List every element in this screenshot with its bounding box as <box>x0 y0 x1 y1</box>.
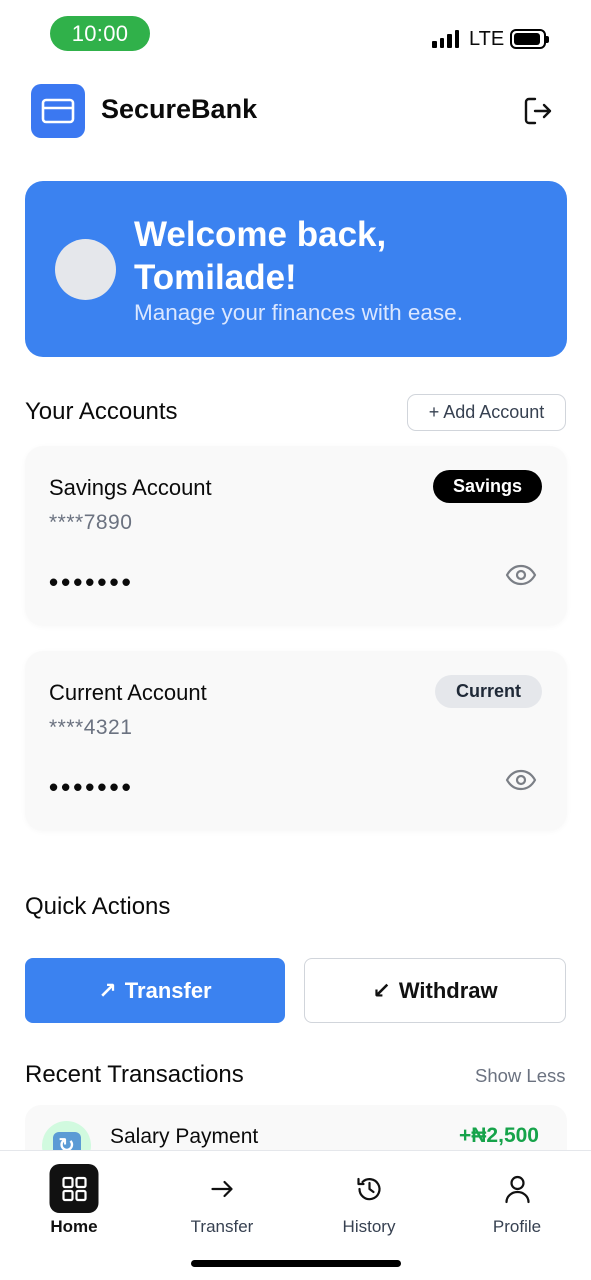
account-name: Savings Account <box>49 475 212 500</box>
account-name: Current Account <box>49 680 207 705</box>
welcome-subtitle: Manage your finances with ease. <box>134 300 463 325</box>
toggle-balance-button[interactable] <box>504 558 538 592</box>
add-account-button[interactable]: + Add Account <box>407 394 566 431</box>
transaction-amount: +₦2,500 <box>459 1124 539 1147</box>
quick-actions-heading: Quick Actions <box>25 893 171 920</box>
account-card-savings[interactable]: Savings Account Savings ****7890 ••••••• <box>25 446 567 626</box>
avatar[interactable] <box>55 239 116 300</box>
transfer-label: Transfer <box>124 977 212 1003</box>
network-label: LTE <box>469 28 505 50</box>
account-number: ****7890 <box>49 511 133 534</box>
nav-profile-label: Profile <box>492 1217 542 1236</box>
app-title: SecureBank <box>101 94 258 124</box>
accounts-heading: Your Accounts <box>25 398 178 425</box>
arrow-down-left-icon: ↙ <box>372 977 391 1003</box>
user-icon <box>493 1164 542 1213</box>
eye-icon <box>505 564 537 586</box>
welcome-banner: Welcome back, Tomilade! Manage your fina… <box>25 181 567 357</box>
account-balance-masked: ••••••• <box>49 772 134 802</box>
account-type-badge: Current <box>435 675 542 708</box>
account-card-current[interactable]: Current Account Current ****4321 ••••••• <box>25 651 567 831</box>
transaction-title: Salary Payment <box>110 1125 259 1148</box>
nav-profile[interactable]: Profile <box>462 1151 572 1251</box>
nav-home[interactable]: Home <box>19 1151 129 1251</box>
transfer-button[interactable]: ↗ Transfer <box>25 958 285 1023</box>
withdraw-label: Withdraw <box>398 977 498 1003</box>
recent-transactions-heading: Recent Transactions <box>25 1061 244 1088</box>
account-balance-masked: ••••••• <box>49 567 134 597</box>
welcome-title: Welcome back, Tomilade! <box>134 215 387 297</box>
show-less-link[interactable]: Show Less <box>475 1065 566 1087</box>
credit-card-icon <box>41 98 75 124</box>
battery-icon <box>510 29 549 49</box>
history-icon <box>345 1164 394 1213</box>
signal-icon <box>432 30 459 48</box>
nav-home-label: Home <box>50 1217 98 1236</box>
arrow-right-icon <box>198 1164 247 1213</box>
status-time: 10:00 <box>50 16 150 51</box>
arrow-up-right-icon: ↗ <box>98 977 117 1003</box>
account-number: ****4321 <box>49 716 133 739</box>
eye-icon <box>505 769 537 791</box>
nav-history-label: History <box>342 1217 396 1236</box>
toggle-balance-button[interactable] <box>504 763 538 797</box>
withdraw-button[interactable]: ↙ Withdraw <box>304 958 566 1023</box>
home-indicator[interactable] <box>191 1260 401 1267</box>
logout-icon <box>524 97 552 125</box>
logout-button[interactable] <box>519 92 557 130</box>
nav-transfer-label: Transfer <box>190 1217 254 1236</box>
app-logo <box>31 84 85 138</box>
grid-icon <box>49 1164 99 1213</box>
nav-history[interactable]: History <box>314 1151 424 1251</box>
account-type-badge: Savings <box>433 470 542 503</box>
status-bar: 10:00 LTE <box>0 0 591 62</box>
nav-transfer[interactable]: Transfer <box>167 1151 277 1251</box>
